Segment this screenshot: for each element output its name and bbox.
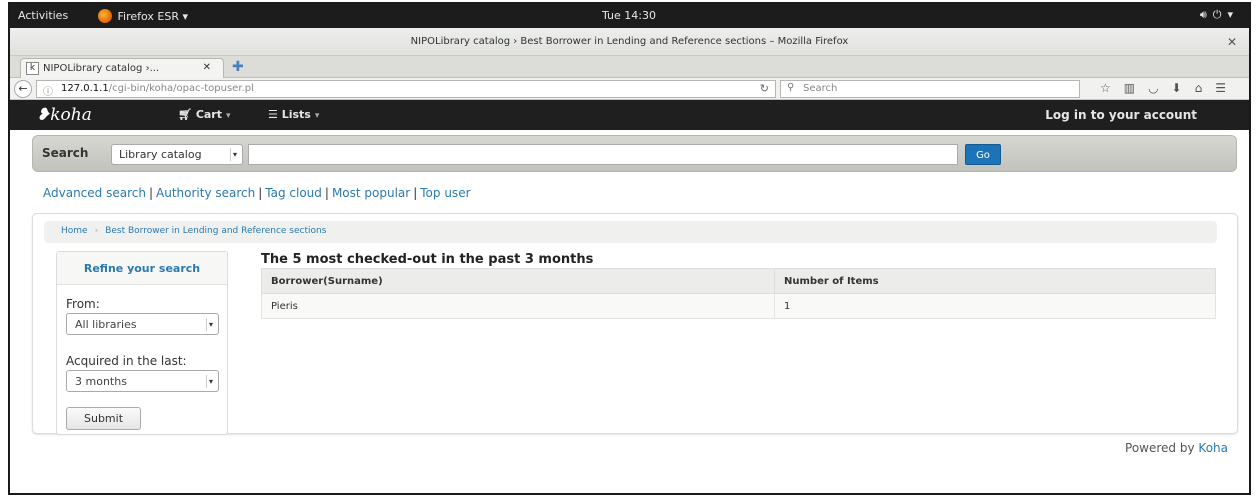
back-arrow-icon[interactable]: ← <box>14 80 32 98</box>
tag-cloud-link[interactable]: Tag cloud <box>265 186 322 200</box>
browser-search-input[interactable]: ⚲ Search <box>780 80 1080 98</box>
cart-label: Cart <box>195 108 222 121</box>
tab-label: NIPOLibrary catalog ›... <box>43 63 160 74</box>
app-menu-label: Firefox ESR ▾ <box>117 10 189 23</box>
search-icon: ⚲ <box>787 82 795 93</box>
os-top-bar: Activities Firefox ESR ▾ Tue 14:30 🔊︎⏻▾ <box>10 4 1249 28</box>
catalog-search-input[interactable] <box>248 144 958 165</box>
hamburger-menu-icon[interactable]: ☰ <box>1215 81 1239 95</box>
window-title-bar: NIPOLibrary catalog › Best Borrower in L… <box>10 28 1249 56</box>
advanced-search-link[interactable]: Advanced search <box>43 186 146 200</box>
powered-by-text: Powered by <box>1125 441 1195 455</box>
chevron-down-icon: ▾ <box>314 111 320 121</box>
login-link[interactable]: Log in to your account <box>1045 108 1197 122</box>
chevron-down-icon: ▾ <box>226 111 231 121</box>
select-arrow-icon: ▾ <box>206 375 215 388</box>
reload-icon[interactable]: ↻ <box>760 82 769 95</box>
pocket-icon[interactable]: ◡ <box>1148 81 1171 95</box>
new-tab-icon[interactable]: ✚ <box>232 59 244 75</box>
tab-strip: k NIPOLibrary catalog ›... ✕ ✚ <box>10 56 1249 78</box>
table-row: Pieris 1 <box>261 293 1216 319</box>
browser-search-placeholder: Search <box>803 83 838 94</box>
more-searches-links: Advanced search | Authority search | Tag clo… <box>43 186 471 200</box>
powered-by: Powered by Koha <box>1125 441 1228 455</box>
window-close-icon[interactable]: ✕ <box>1227 28 1237 56</box>
library-icon[interactable]: ▥ <box>1124 81 1148 95</box>
power-icon: ⏻ <box>1212 8 1228 21</box>
window-title: NIPOLibrary catalog › Best Borrower in L… <box>410 36 849 47</box>
volume-icon: 🔊︎ <box>1199 8 1213 21</box>
tab-close-icon[interactable]: ✕ <box>203 62 211 73</box>
lists-menu[interactable]: ☰ Lists ▾ <box>268 108 319 121</box>
downloads-icon[interactable]: ⬇ <box>1172 81 1195 95</box>
top-user-link[interactable]: Top user <box>420 186 470 200</box>
library-select[interactable]: All libraries ▾ <box>66 313 219 335</box>
cart-icon: 🛒︎ <box>178 108 192 121</box>
firefox-icon <box>98 9 112 23</box>
toolbar-icons: ☆▥◡⬇⌂☰ <box>1100 81 1239 95</box>
most-popular-link[interactable]: Most popular <box>332 186 410 200</box>
column-header-borrower[interactable]: Borrower(Surname) <box>261 268 775 294</box>
screen-frame: Activities Firefox ESR ▾ Tue 14:30 🔊︎⏻▾ … <box>8 2 1251 495</box>
top-users-table: Borrower(Surname) Number of Items Pieris… <box>261 268 1216 319</box>
koha-favicon-icon: k <box>26 62 39 75</box>
items-count-cell: 1 <box>774 293 1216 319</box>
authority-search-link[interactable]: Authority search <box>156 186 255 200</box>
url-path: /cgi-bin/koha/opac-topuser.pl <box>108 83 254 94</box>
go-button[interactable]: Go <box>965 144 1001 165</box>
select-arrow-icon: ▾ <box>206 318 215 331</box>
lists-label: Lists <box>281 108 311 121</box>
site-info-icon[interactable]: ⓘ <box>43 83 53 98</box>
koha-logo[interactable]: ❥koha <box>36 105 92 125</box>
refine-heading: Refine your search <box>57 252 227 285</box>
url-host: 127.0.1.1 <box>61 83 109 94</box>
submit-button[interactable]: Submit <box>66 407 141 430</box>
table-header-row: Borrower(Surname) Number of Items <box>261 268 1216 294</box>
breadcrumb-home-link[interactable]: Home <box>61 226 88 236</box>
column-header-items[interactable]: Number of Items <box>774 268 1216 294</box>
url-bar[interactable]: ⓘ 127.0.1.1/cgi-bin/koha/opac-topuser.pl… <box>36 80 776 98</box>
borrower-cell: Pieris <box>261 293 775 319</box>
koha-navbar: ❥koha 🛒︎ Cart ▾ ☰ Lists ▾ Log in to your a… <box>10 100 1249 130</box>
search-scope-value: Library catalog <box>119 148 202 161</box>
period-select[interactable]: 3 months ▾ <box>66 370 219 392</box>
activities-button[interactable]: Activities <box>18 9 68 22</box>
search-label: Search <box>42 146 89 160</box>
app-menu[interactable]: Firefox ESR ▾ <box>98 9 188 23</box>
acquired-label: Acquired in the last: <box>66 354 187 368</box>
koha-link[interactable]: Koha <box>1198 441 1228 455</box>
select-arrow-icon: ▾ <box>230 148 239 161</box>
clock[interactable]: Tue 14:30 <box>602 9 656 22</box>
refine-search-panel: Refine your search From: All libraries ▾… <box>56 251 228 435</box>
list-icon: ☰ <box>268 108 278 121</box>
main-content: Home › Best Borrower in Lending and Refere… <box>32 213 1238 435</box>
breadcrumb: Home › Best Borrower in Lending and Refere… <box>44 221 1217 243</box>
cart-menu[interactable]: 🛒︎ Cart ▾ <box>178 108 231 121</box>
home-icon[interactable]: ⌂ <box>1195 81 1216 95</box>
bookmark-star-icon[interactable]: ☆ <box>1100 81 1124 95</box>
menu-caret-icon: ▾ <box>1227 8 1239 21</box>
search-scope-select[interactable]: Library catalog ▾ <box>111 144 243 165</box>
browser-nav-bar: ← ⓘ 127.0.1.1/cgi-bin/koha/opac-topuser.… <box>10 78 1249 100</box>
period-select-value: 3 months <box>75 375 127 388</box>
tab-active[interactable]: k NIPOLibrary catalog ›... ✕ <box>20 58 224 78</box>
results-heading: The 5 most checked-out in the past 3 mon… <box>261 252 594 267</box>
from-label: From: <box>66 297 100 311</box>
library-select-value: All libraries <box>75 318 137 331</box>
catalog-search-bar: Search Library catalog ▾ Go <box>32 135 1237 172</box>
system-tray[interactable]: 🔊︎⏻▾ <box>1200 8 1239 22</box>
breadcrumb-current[interactable]: Best Borrower in Lending and Reference s… <box>105 226 326 236</box>
